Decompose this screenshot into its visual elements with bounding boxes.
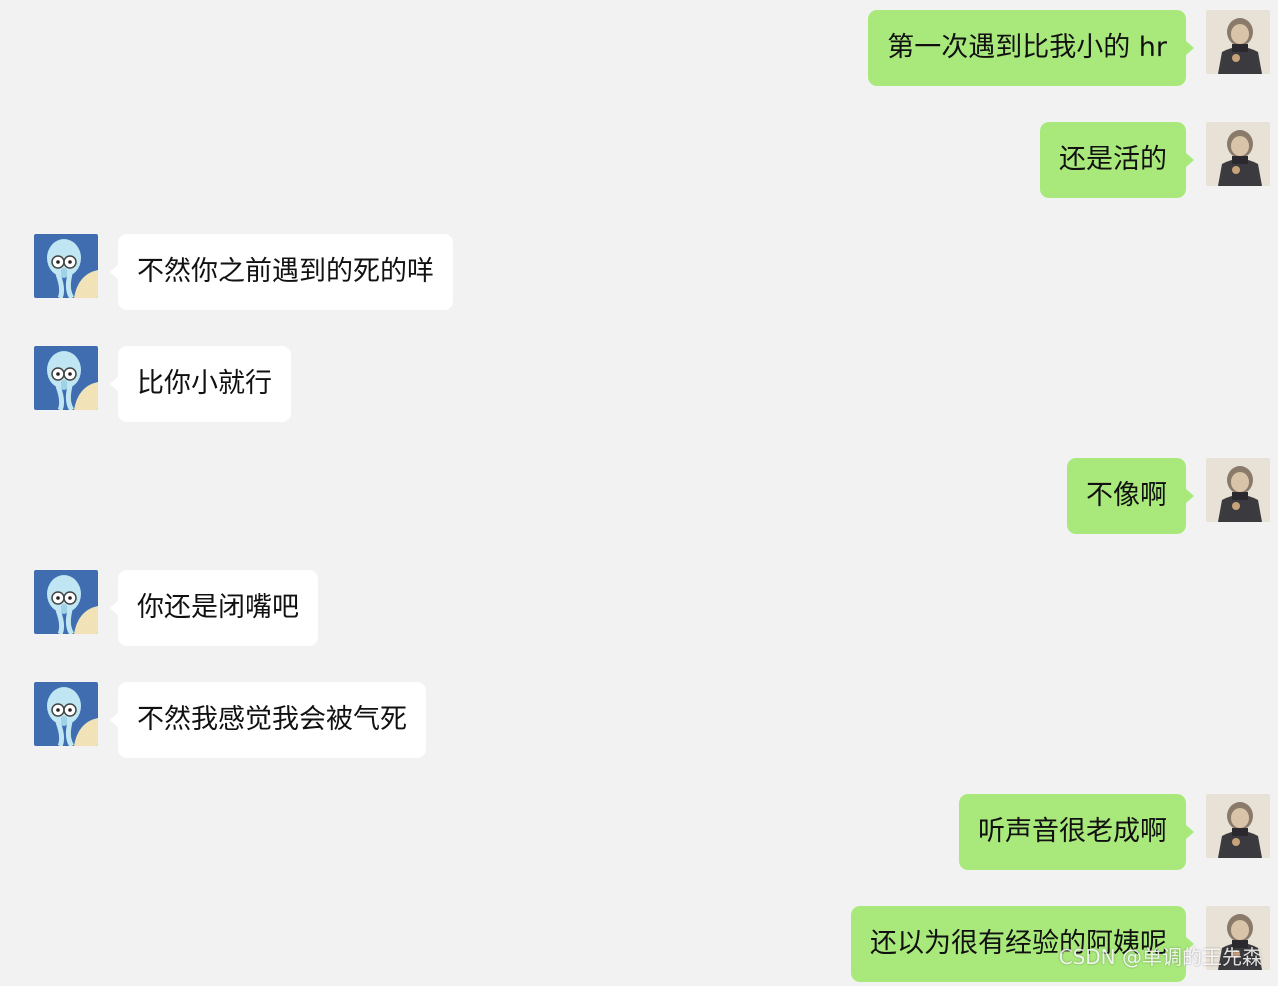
message-row-incoming: 不然我感觉我会被气死 — [0, 682, 1278, 762]
bubble-tail — [110, 600, 119, 616]
bubble-tail — [1185, 824, 1194, 840]
message-text: 第一次遇到比我小的 hr — [887, 32, 1167, 63]
message-bubble-incoming[interactable]: 你还是闭嘴吧 — [110, 570, 318, 646]
message-bubble-outgoing[interactable]: 第一次遇到比我小的 hr — [868, 10, 1194, 86]
message-bubble-outgoing[interactable]: 不像啊 — [1067, 458, 1194, 534]
message-bubble-outgoing[interactable]: 听声音很老成啊 — [959, 794, 1194, 870]
message-row-incoming: 你还是闭嘴吧 — [0, 570, 1278, 650]
bubble-tail — [1185, 40, 1194, 56]
contact-avatar[interactable] — [34, 570, 98, 634]
message-bubble-incoming[interactable]: 不然你之前遇到的死的咩 — [110, 234, 453, 310]
contact-avatar[interactable] — [34, 234, 98, 298]
message-text: 你还是闭嘴吧 — [137, 592, 299, 623]
chat-message-list: 第一次遇到比我小的 hr 还是活的 不然你之前遇到的死的咩 比你小就行 不像啊 … — [0, 0, 1278, 982]
self-avatar[interactable] — [1206, 458, 1270, 522]
message-row-incoming: 比你小就行 — [0, 346, 1278, 426]
message-row-outgoing: 听声音很老成啊 — [0, 794, 1278, 874]
watermark: CSDN @单调的王先森 — [1058, 945, 1262, 969]
contact-avatar[interactable] — [34, 682, 98, 746]
self-avatar[interactable] — [1206, 794, 1270, 858]
message-text: 不然你之前遇到的死的咩 — [137, 256, 434, 287]
self-avatar[interactable] — [1206, 10, 1270, 74]
bubble-tail — [110, 712, 119, 728]
message-row-outgoing: 第一次遇到比我小的 hr — [0, 10, 1278, 90]
bubble-tail — [1185, 488, 1194, 504]
contact-avatar[interactable] — [34, 346, 98, 410]
bubble-tail — [1185, 152, 1194, 168]
message-row-incoming: 不然你之前遇到的死的咩 — [0, 234, 1278, 314]
bubble-tail — [110, 376, 119, 392]
message-text: 还是活的 — [1059, 144, 1167, 175]
bubble-tail — [110, 264, 119, 280]
message-text: 不然我感觉我会被气死 — [137, 704, 407, 735]
message-row-outgoing: 不像啊 — [0, 458, 1278, 538]
self-avatar[interactable] — [1206, 122, 1270, 186]
message-text: 比你小就行 — [137, 368, 272, 399]
message-bubble-incoming[interactable]: 不然我感觉我会被气死 — [110, 682, 426, 758]
message-row-outgoing: 还是活的 — [0, 122, 1278, 202]
message-text: 不像啊 — [1086, 480, 1167, 511]
message-bubble-outgoing[interactable]: 还是活的 — [1040, 122, 1194, 198]
message-bubble-incoming[interactable]: 比你小就行 — [110, 346, 291, 422]
message-text: 听声音很老成啊 — [978, 816, 1167, 847]
